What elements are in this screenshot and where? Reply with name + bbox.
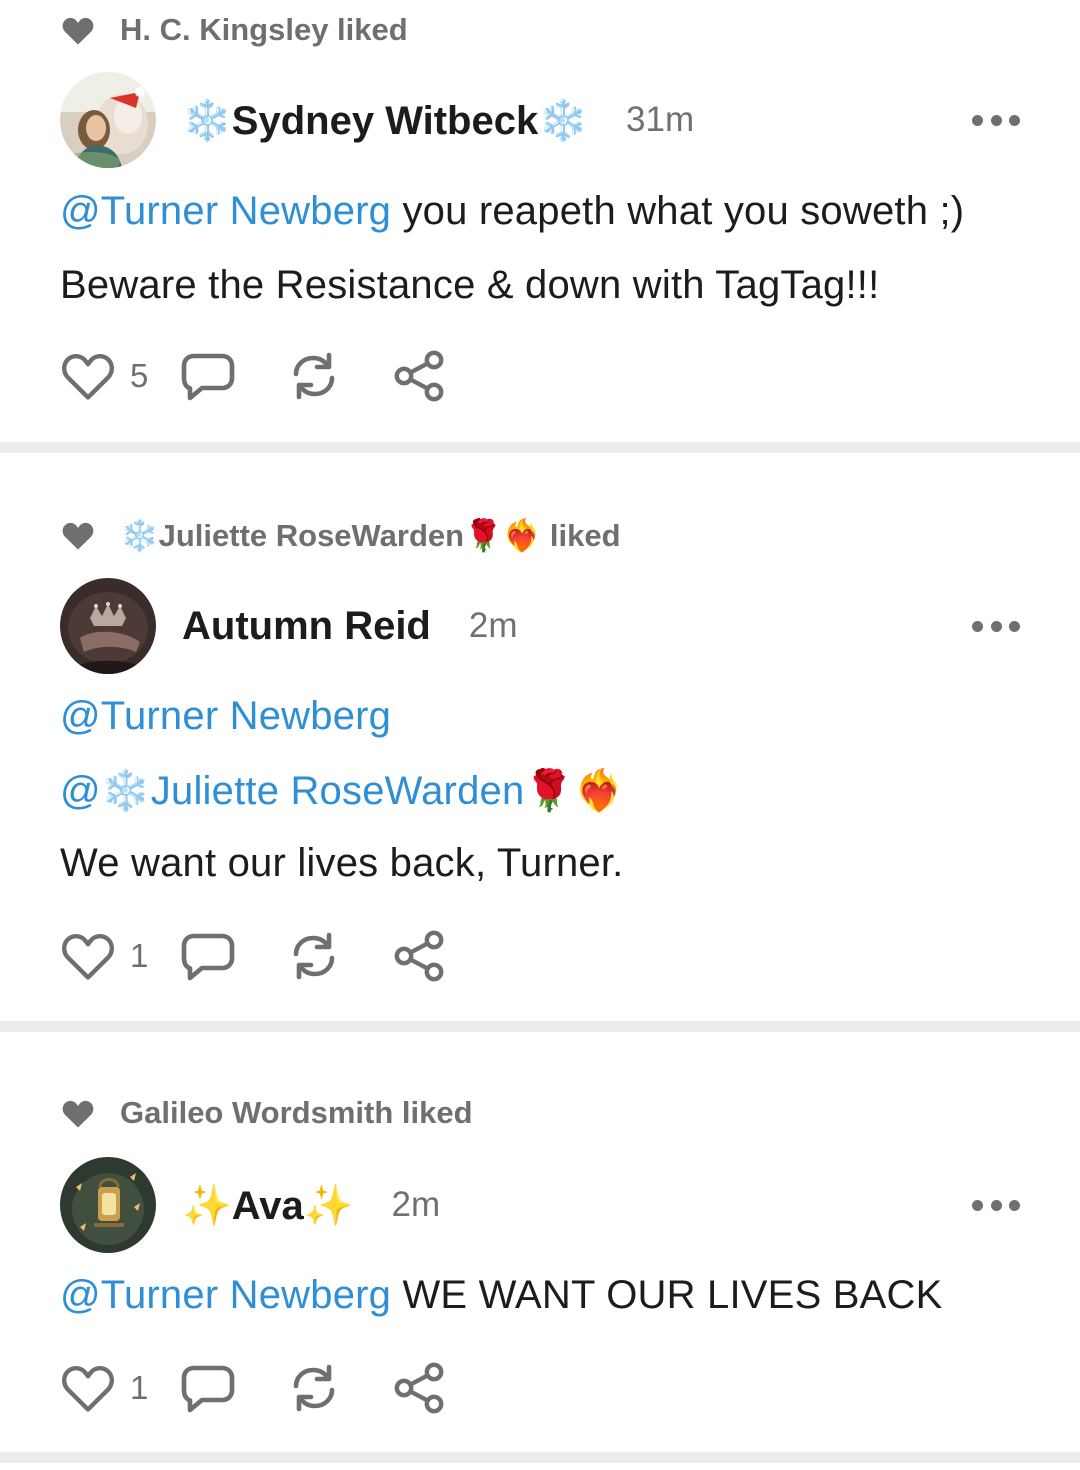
like-count: 1 bbox=[130, 1369, 149, 1406]
post-text-line: @Turner Newberg WE WANT OUR LIVES BACK bbox=[60, 1273, 942, 1318]
author-name[interactable]: ❄️Sydney Witbeck❄️ bbox=[182, 97, 588, 144]
repost-icon bbox=[293, 932, 335, 980]
avatar[interactable] bbox=[60, 1157, 156, 1253]
share-icon bbox=[394, 1362, 444, 1414]
more-dots-icon[interactable] bbox=[972, 114, 1020, 126]
feed-post[interactable]: H. C. Kingsley liked ❄️Sydney Witbeck❄️ … bbox=[0, 0, 1080, 442]
share-button[interactable] bbox=[392, 1360, 448, 1416]
share-button[interactable] bbox=[392, 928, 448, 984]
repost-icon bbox=[293, 1364, 335, 1412]
like-button[interactable]: 1 bbox=[60, 1363, 160, 1413]
avatar[interactable] bbox=[60, 578, 156, 674]
post-header: ❄️Sydney Witbeck❄️ 31m bbox=[60, 71, 1020, 169]
heart-filled-icon bbox=[62, 522, 94, 550]
like-button[interactable]: 1 bbox=[60, 931, 160, 981]
liked-by-text: H. C. Kingsley liked bbox=[120, 12, 408, 47]
liked-by-row: Galileo Wordsmith liked bbox=[60, 1093, 473, 1133]
more-dots-icon[interactable] bbox=[972, 1199, 1020, 1211]
reply-button[interactable] bbox=[180, 350, 236, 402]
post-text: We want our lives back, Turner. bbox=[60, 841, 624, 885]
post-text-line: @Turner Newberg bbox=[60, 694, 391, 739]
post-timestamp: 2m bbox=[391, 1185, 441, 1224]
repost-button[interactable] bbox=[286, 1362, 342, 1414]
repost-button[interactable] bbox=[286, 350, 342, 402]
repost-button[interactable] bbox=[286, 930, 342, 982]
heart-filled-icon bbox=[62, 17, 94, 45]
comment-bubble-icon bbox=[181, 1365, 235, 1413]
post-text-line: Beware the Resistance & down with TagTag… bbox=[60, 263, 879, 308]
post-text: you reapeth what you soweth ;) bbox=[391, 189, 965, 233]
heart-outline-icon bbox=[62, 353, 114, 400]
post-actions: 1 bbox=[60, 926, 448, 986]
author-name[interactable]: ✨Ava✨ bbox=[182, 1182, 354, 1229]
post-text: Beware the Resistance & down with TagTag… bbox=[60, 263, 880, 307]
reply-button[interactable] bbox=[180, 930, 236, 982]
like-button[interactable]: 5 bbox=[60, 351, 160, 401]
user-mention-link[interactable]: @Turner Newberg bbox=[60, 1273, 391, 1317]
post-text-line: @❄️Juliette RoseWarden🌹❤️‍🔥 bbox=[60, 767, 624, 814]
like-count: 1 bbox=[130, 937, 149, 974]
post-text: WE WANT OUR LIVES BACK bbox=[391, 1273, 943, 1317]
post-actions: 1 bbox=[60, 1358, 448, 1418]
user-mention-link[interactable]: @❄️Juliette RoseWarden🌹❤️‍🔥 bbox=[60, 769, 624, 813]
liked-by-row: ❄️Juliette RoseWarden🌹❤️‍🔥 liked bbox=[60, 515, 621, 555]
post-header: Autumn Reid 2m bbox=[60, 577, 1020, 675]
post-header: ✨Ava✨ 2m bbox=[60, 1156, 1020, 1254]
post-timestamp: 31m bbox=[626, 100, 695, 139]
reply-button[interactable] bbox=[180, 1362, 236, 1414]
liked-by-row: H. C. Kingsley liked bbox=[60, 10, 408, 50]
share-icon bbox=[394, 930, 444, 982]
post-timestamp: 2m bbox=[468, 606, 518, 645]
post-text-line: @Turner Newberg you reapeth what you sow… bbox=[60, 189, 964, 234]
liked-by-text: ❄️Juliette RoseWarden🌹❤️‍🔥 liked bbox=[120, 517, 621, 553]
heart-outline-icon bbox=[62, 1365, 114, 1412]
post-divider bbox=[0, 1021, 1080, 1032]
share-icon bbox=[394, 350, 444, 402]
post-divider bbox=[0, 1452, 1080, 1463]
heart-filled-icon bbox=[62, 1100, 94, 1128]
post-text-line: We want our lives back, Turner. bbox=[60, 841, 624, 886]
comment-bubble-icon bbox=[181, 933, 235, 981]
post-divider bbox=[0, 442, 1080, 453]
feed-post[interactable]: ❄️Juliette RoseWarden🌹❤️‍🔥 liked Autumn … bbox=[0, 453, 1080, 1021]
feed-post[interactable]: Galileo Wordsmith liked ✨Ava✨ 2m @Turner… bbox=[0, 1032, 1080, 1452]
like-count: 5 bbox=[130, 357, 149, 394]
user-mention-link[interactable]: @Turner Newberg bbox=[60, 189, 391, 233]
heart-outline-icon bbox=[62, 933, 114, 980]
post-actions: 5 bbox=[60, 346, 448, 406]
avatar[interactable] bbox=[60, 72, 156, 168]
comment-bubble-icon bbox=[181, 353, 235, 401]
share-button[interactable] bbox=[392, 348, 448, 404]
liked-by-text: Galileo Wordsmith liked bbox=[120, 1095, 473, 1130]
author-name[interactable]: Autumn Reid bbox=[182, 604, 431, 649]
user-mention-link[interactable]: @Turner Newberg bbox=[60, 694, 391, 738]
repost-icon bbox=[293, 352, 335, 400]
more-dots-icon[interactable] bbox=[972, 620, 1020, 632]
